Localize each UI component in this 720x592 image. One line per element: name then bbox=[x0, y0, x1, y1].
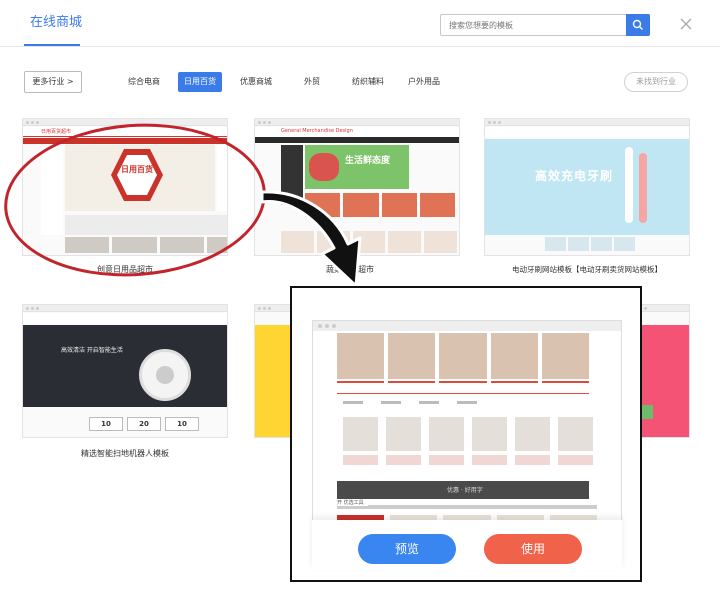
browser-bar bbox=[313, 321, 621, 331]
category-textile-accessories[interactable]: 纺织辅料 bbox=[348, 72, 388, 92]
site-header: General Merchandise Design bbox=[255, 127, 459, 137]
toothbrush-image bbox=[625, 147, 633, 223]
price-row bbox=[337, 381, 590, 389]
banner-text: 优惠 · 好用字 bbox=[447, 487, 483, 494]
stat-value: 20 bbox=[127, 417, 161, 431]
search-button[interactable] bbox=[626, 14, 650, 36]
hero-text: 高效充电牙刷 bbox=[535, 169, 614, 183]
toothbrush-image bbox=[639, 153, 647, 223]
robot-image bbox=[139, 349, 191, 401]
hero-banner bbox=[255, 325, 295, 437]
product-row bbox=[337, 333, 590, 379]
price-row bbox=[343, 455, 593, 465]
browser-bar bbox=[23, 305, 227, 312]
tab-online-mall[interactable]: 在线商城 bbox=[24, 0, 88, 46]
stat-value: 10 bbox=[165, 417, 199, 431]
site-header bbox=[23, 313, 227, 323]
category-foreign-trade[interactable]: 外贸 bbox=[298, 72, 326, 92]
hero-text: 生活鲜态度 bbox=[345, 156, 391, 166]
search-box bbox=[440, 14, 650, 36]
category-tabs bbox=[343, 401, 563, 409]
product-grid bbox=[343, 417, 593, 451]
template-picker: 在线商城 更多行业 > 综合电商 日用百货 优惠商城 外贸 纺织辅料 户外用品 … bbox=[0, 0, 720, 592]
category-discount-mall[interactable]: 优惠商城 bbox=[236, 72, 276, 92]
template-card-robot-vacuum[interactable]: 高效清洁 开启智能生活 10 20 10 bbox=[22, 304, 228, 438]
section-divider bbox=[337, 393, 589, 394]
category-outdoor-goods[interactable]: 户外用品 bbox=[404, 72, 444, 92]
category-general-ecommerce[interactable]: 综合电商 bbox=[124, 72, 164, 92]
template-card-toothbrush[interactable]: 高效充电牙刷 bbox=[484, 118, 690, 256]
search-input[interactable] bbox=[441, 15, 626, 35]
industry-not-found-button[interactable]: 未找到行业 bbox=[624, 72, 688, 92]
search-icon bbox=[632, 19, 643, 30]
browser-bar bbox=[485, 119, 689, 126]
arrow-annotation bbox=[260, 190, 362, 288]
hero-banner: 高效清洁 开启智能生活 bbox=[23, 325, 227, 407]
more-industries-button[interactable]: 更多行业 > bbox=[24, 71, 82, 93]
browser-bar bbox=[255, 119, 459, 126]
preview-button[interactable]: 预览 bbox=[358, 534, 456, 564]
template-title[interactable]: 精选智能扫地机器人模板 bbox=[22, 448, 228, 459]
header-divider bbox=[0, 46, 720, 47]
site-nav bbox=[255, 137, 459, 143]
site-name: 日用百货超市 bbox=[41, 129, 72, 135]
use-button[interactable]: 使用 bbox=[484, 534, 582, 564]
preview-panel: 优惠 · 好用字 开 优选工具 预览 使用 bbox=[290, 286, 642, 582]
action-bar: 预览 使用 bbox=[312, 520, 622, 570]
hero-text: 高效清洁 开启智能生活 bbox=[61, 347, 123, 354]
food-image bbox=[309, 153, 339, 181]
hero-banner: 高效充电牙刷 bbox=[485, 139, 689, 235]
category-daily-goods[interactable]: 日用百货 bbox=[178, 72, 222, 92]
site-header bbox=[485, 127, 689, 137]
stat-value: 10 bbox=[89, 417, 123, 431]
product-thumbs bbox=[545, 237, 635, 251]
template-title[interactable]: 电动牙刷网站模板【电动牙刷卖货网站模板】 bbox=[484, 264, 690, 275]
close-icon[interactable] bbox=[678, 16, 694, 32]
site-name: General Merchandise Design bbox=[281, 128, 353, 134]
section-label: 开 优选工具 bbox=[337, 499, 368, 506]
section-heading: 开 优选工具 bbox=[337, 499, 597, 509]
promo-banner: 优惠 · 好用字 bbox=[337, 481, 589, 499]
stat-row: 10 20 10 bbox=[89, 417, 199, 431]
